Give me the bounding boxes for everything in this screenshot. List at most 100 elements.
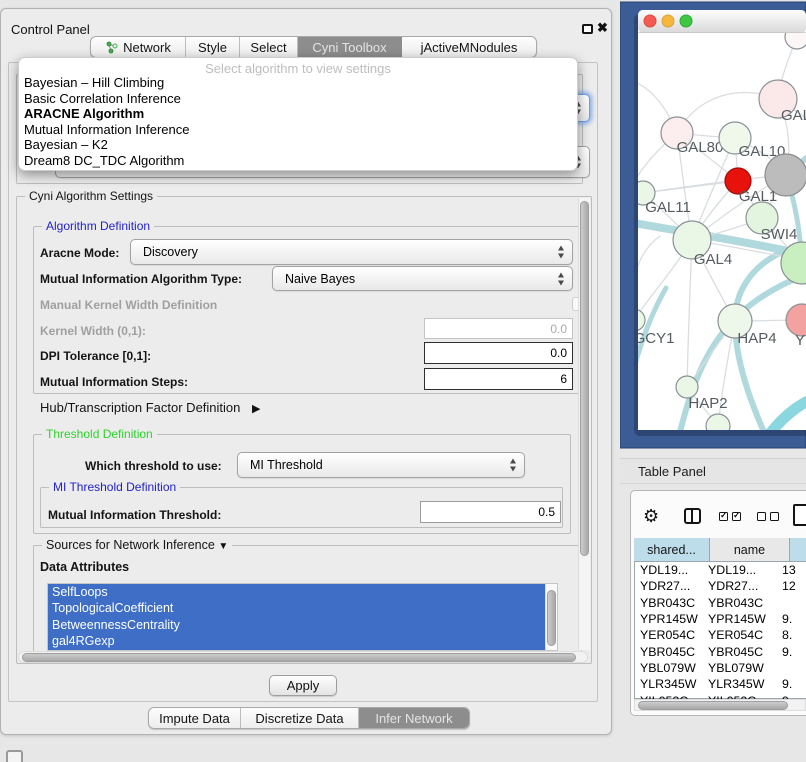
- cell-extra: 9.: [778, 611, 802, 627]
- tab-infer-network[interactable]: Infer Network: [359, 708, 469, 728]
- algorithm-option-label: Basic Correlation Inference: [24, 91, 181, 106]
- scrollbar-thumb[interactable]: [580, 201, 589, 556]
- column-header-name[interactable]: name: [710, 538, 790, 562]
- algorithm-option[interactable]: Mutual Information Inference: [19, 122, 577, 138]
- combo-arrows-icon: [558, 272, 565, 285]
- data-attribute-item[interactable]: BetweennessCentrality: [48, 617, 545, 633]
- dpi-tolerance-label: DPI Tolerance [0,1]:: [40, 349, 151, 363]
- table-row[interactable]: YBR045C YBR045C 9.: [634, 644, 806, 660]
- algorithm-option[interactable]: Bayesian – K2: [19, 137, 577, 153]
- table-row[interactable]: YDR27... YDR27... 12: [634, 578, 806, 594]
- algorithm-option-list: Bayesian – Hill Climbing Basic Correlati…: [19, 75, 577, 168]
- mi-type-select[interactable]: Naive Bayes: [272, 266, 573, 291]
- data-attribute-item[interactable]: SelfLoops: [48, 584, 545, 600]
- scrollbar-thumb[interactable]: [547, 590, 556, 646]
- sources-expander[interactable]: Sources for Network Inference ▼: [42, 538, 232, 552]
- chevron-down-icon[interactable]: ▼: [218, 541, 228, 552]
- mi-steps-label: Mutual Information Steps:: [40, 375, 188, 389]
- dpi-tolerance-input[interactable]: 0.0: [424, 342, 573, 364]
- cell-extra: [778, 595, 802, 611]
- table-row[interactable]: YER054C YER054C 8.: [634, 627, 806, 643]
- restore-window-icon[interactable]: [582, 24, 593, 34]
- apply-button[interactable]: Apply: [269, 675, 337, 696]
- settings-vertical-scrollbar[interactable]: [578, 198, 590, 650]
- algorithm-option-label: Dream8 DC_TDC Algorithm: [24, 153, 184, 168]
- close-traffic-light[interactable]: [644, 15, 656, 27]
- data-attribute-item[interactable]: TopologicalCoefficient: [48, 600, 545, 616]
- node-label: HAP2: [688, 395, 727, 412]
- table-row[interactable]: YDL19... YDL19... 13: [634, 562, 806, 578]
- algorithm-option[interactable]: ARACNE Algorithm: [19, 106, 577, 122]
- new-table-icon[interactable]: [793, 504, 806, 526]
- aracne-mode-select[interactable]: Discovery: [130, 239, 573, 265]
- hub-definition-expander[interactable]: Hub/Transcription Factor Definition ▶: [40, 400, 260, 415]
- node-label: GAL11: [645, 199, 691, 216]
- kernel-width-input[interactable]: 0.0: [424, 318, 573, 339]
- cell-name: YPR145W: [704, 611, 778, 627]
- tab-jactivemnodules[interactable]: jActiveMNodules: [402, 37, 536, 57]
- kernel-width-label: Kernel Width (0,1):: [40, 324, 146, 338]
- mi-threshold-input[interactable]: 0.5: [420, 501, 561, 523]
- scrollbar-thumb[interactable]: [638, 701, 788, 710]
- algorithm-definition-title: Algorithm Definition: [42, 219, 154, 233]
- table-row[interactable]: YPR145W YPR145W 9.: [634, 611, 806, 627]
- close-icon[interactable]: ✖: [597, 20, 608, 36]
- algorithm-option-label: ARACNE Algorithm: [24, 106, 144, 121]
- tab-label: Select: [250, 40, 286, 55]
- tab-impute-data[interactable]: Impute Data: [149, 708, 241, 728]
- algorithm-dropdown: Select algorithm to view settings Bayesi…: [18, 57, 578, 171]
- threshold-type-select[interactable]: MI Threshold: [237, 452, 525, 478]
- node-label: HAP4: [737, 330, 776, 347]
- panel-corner-widget[interactable]: [6, 750, 23, 762]
- algorithm-option-label: Mutual Information Inference: [24, 122, 189, 137]
- select-all-columns-icon[interactable]: [719, 512, 745, 521]
- tab-label: Discretize Data: [255, 711, 343, 726]
- aracne-mode-label: Aracne Mode:: [40, 246, 119, 260]
- tab-label: jActiveMNodules: [421, 40, 518, 55]
- algorithm-option[interactable]: Basic Correlation Inference: [19, 91, 577, 107]
- mi-type-value: Naive Bayes: [285, 272, 355, 286]
- node-label: SWI4: [761, 226, 798, 243]
- tab-cyni-toolbox[interactable]: Cyni Toolbox: [298, 37, 402, 57]
- table-row[interactable]: YBR043C YBR043C: [634, 595, 806, 611]
- table-horizontal-scrollbar[interactable]: [634, 699, 806, 711]
- data-attribute-item[interactable]: gal4RGexp: [48, 633, 545, 649]
- unchecked-box-icon: [757, 512, 766, 521]
- cell-name: YDL19...: [704, 562, 778, 578]
- attributes-list-scrollbar[interactable]: [545, 584, 557, 650]
- minimize-traffic-light[interactable]: [662, 15, 674, 27]
- cell-shared-name: YDR27...: [634, 578, 704, 594]
- manual-kernel-label: Manual Kernel Width Definition: [40, 298, 217, 312]
- table-row[interactable]: YLR345W YLR345W 9.: [634, 676, 806, 692]
- algorithm-option-label: Bayesian – K2: [24, 137, 108, 152]
- cell-shared-name: YBR045C: [634, 644, 704, 660]
- split-panel-icon[interactable]: [684, 508, 701, 524]
- tab-label: Network: [123, 40, 171, 55]
- table-panel-bar: Table Panel: [620, 458, 806, 484]
- column-header-3[interactable]: [790, 538, 806, 562]
- chevron-right-icon[interactable]: ▶: [252, 402, 260, 415]
- cell-extra: [778, 660, 802, 676]
- mi-type-label: Mutual Information Algorithm Type:: [40, 272, 242, 286]
- tab-style[interactable]: Style: [186, 37, 240, 57]
- settings-horizontal-scrollbar[interactable]: [18, 651, 588, 663]
- sources-title: Sources for Network Inference: [46, 538, 215, 552]
- tab-discretize-data[interactable]: Discretize Data: [241, 708, 359, 728]
- scrollbar-thumb[interactable]: [22, 653, 576, 662]
- node-label: GAL80: [677, 139, 724, 156]
- cell-shared-name: YER054C: [634, 627, 704, 643]
- tab-network[interactable]: Network: [91, 37, 186, 57]
- unselect-all-columns-icon[interactable]: [757, 512, 783, 521]
- zoom-traffic-light[interactable]: [680, 15, 692, 27]
- mi-steps-input[interactable]: 6: [424, 368, 573, 390]
- table-panel-title: Table Panel: [638, 464, 706, 479]
- tab-label: Style: [198, 40, 227, 55]
- table-row[interactable]: YBL079W YBL079W: [634, 660, 806, 676]
- column-header-shared-name[interactable]: shared...: [634, 538, 710, 562]
- hub-definition-label: Hub/Transcription Factor Definition: [40, 400, 240, 415]
- data-attributes-list[interactable]: SelfLoops TopologicalCoefficient Between…: [47, 583, 558, 651]
- gear-icon[interactable]: ⚙: [643, 505, 659, 527]
- algorithm-option[interactable]: Dream8 DC_TDC Algorithm: [19, 153, 577, 169]
- tab-select[interactable]: Select: [240, 37, 298, 57]
- algorithm-option[interactable]: Bayesian – Hill Climbing: [19, 75, 577, 91]
